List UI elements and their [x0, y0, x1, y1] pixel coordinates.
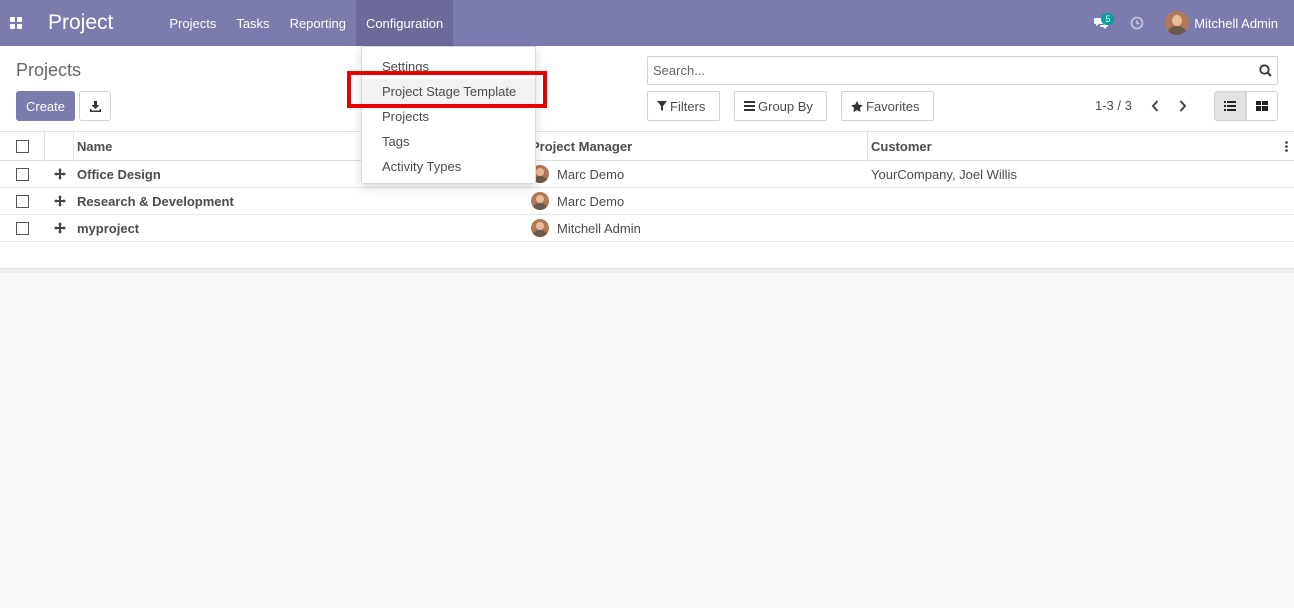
row-checkbox[interactable]: [15, 194, 29, 208]
manager-name: Mitchell Admin: [557, 220, 641, 236]
favorites-label: Favorites: [866, 98, 920, 114]
manager-cell: Marc Demo: [531, 165, 624, 183]
column-header-customer[interactable]: Customer: [871, 139, 932, 154]
column-header-name[interactable]: Name: [77, 139, 112, 154]
dropdown-item-tags[interactable]: Tags: [362, 129, 535, 154]
main-menu: Projects Tasks Reporting Configuration: [159, 0, 454, 46]
favorites-button[interactable]: Favorites: [841, 91, 934, 121]
kebab-icon[interactable]: [1285, 140, 1288, 155]
row-checkbox[interactable]: [15, 221, 29, 235]
projects-table: Name Project Manager Customer Office Des…: [0, 132, 1294, 273]
table-row[interactable]: myproject Mitchell Admin: [0, 215, 1294, 242]
avatar: [1165, 11, 1190, 35]
chat-icon[interactable]: 5: [1083, 0, 1119, 46]
breadcrumb: Projects: [16, 60, 82, 80]
user-menu[interactable]: Mitchell Admin: [1155, 0, 1294, 46]
menu-tasks[interactable]: Tasks: [226, 0, 279, 46]
row-checkbox[interactable]: [15, 167, 29, 181]
avatar: [531, 219, 549, 237]
groupby-icon: [744, 101, 755, 111]
apps-icon[interactable]: [0, 0, 32, 46]
download-icon: [89, 100, 101, 112]
select-all-cell: [0, 139, 44, 153]
project-name: Office Design: [77, 166, 161, 182]
filters-label: Filters: [670, 98, 706, 114]
control-panel: Projects Create Filters Group By Favorit…: [0, 46, 1294, 132]
download-button[interactable]: [79, 91, 111, 121]
table-footer: [0, 242, 1294, 269]
list-view-icon[interactable]: [1214, 91, 1246, 121]
dropdown-item-activity-types[interactable]: Activity Types: [362, 154, 535, 179]
manager-cell: Marc Demo: [531, 192, 624, 210]
table-row[interactable]: Office Design Marc Demo YourCompany, Joe…: [0, 161, 1294, 188]
table-divider: [0, 269, 1294, 273]
select-all-checkbox[interactable]: [15, 139, 29, 153]
filters-button[interactable]: Filters: [647, 91, 720, 121]
dropdown-item-projects[interactable]: Projects: [362, 104, 535, 129]
dropdown-item-settings[interactable]: Settings: [362, 54, 535, 79]
configuration-dropdown: Settings Project Stage Template Projects…: [361, 46, 536, 184]
groupby-button[interactable]: Group By: [734, 91, 827, 121]
table-row[interactable]: Research & Development Marc Demo: [0, 188, 1294, 215]
manager-name: Marc Demo: [557, 193, 625, 209]
drag-handle-icon[interactable]: [44, 195, 76, 207]
chevron-right-icon[interactable]: [1175, 98, 1191, 114]
avatar: [531, 192, 549, 210]
project-name: myproject: [77, 220, 140, 236]
table-header: Name Project Manager Customer: [0, 132, 1294, 161]
chat-badge: 5: [1101, 13, 1115, 25]
clock-icon[interactable]: [1119, 0, 1155, 46]
search-bar: [647, 56, 1278, 85]
dropdown-item-project-stage-template[interactable]: Project Stage Template: [362, 79, 535, 104]
project-name: Research & Development: [77, 193, 234, 209]
search-icon[interactable]: [1253, 64, 1277, 77]
manager-cell: Mitchell Admin: [531, 219, 641, 237]
pager-value[interactable]: 1-3 / 3: [1095, 98, 1132, 113]
navbar-right: 5 Mitchell Admin: [1083, 0, 1294, 46]
column-header-manager[interactable]: Project Manager: [531, 139, 632, 154]
menu-projects[interactable]: Projects: [159, 0, 226, 46]
kanban-view-icon[interactable]: [1246, 91, 1278, 121]
create-button[interactable]: Create: [16, 91, 75, 121]
chevron-left-icon[interactable]: [1147, 98, 1163, 114]
filter-icon: [657, 101, 667, 111]
star-icon: [851, 100, 863, 112]
groupby-label: Group By: [758, 98, 813, 114]
customer-cell: YourCompany, Joel Willis: [871, 166, 1017, 182]
app-title[interactable]: Project: [32, 11, 159, 35]
manager-name: Marc Demo: [557, 166, 625, 182]
user-name: Mitchell Admin: [1194, 15, 1278, 31]
menu-configuration[interactable]: Configuration: [355, 0, 454, 46]
search-input[interactable]: [648, 57, 1253, 84]
drag-handle-icon[interactable]: [44, 168, 76, 180]
menu-reporting[interactable]: Reporting: [280, 0, 356, 46]
drag-handle-icon[interactable]: [44, 222, 76, 234]
top-navbar: Project Projects Tasks Reporting Configu…: [0, 0, 1294, 46]
